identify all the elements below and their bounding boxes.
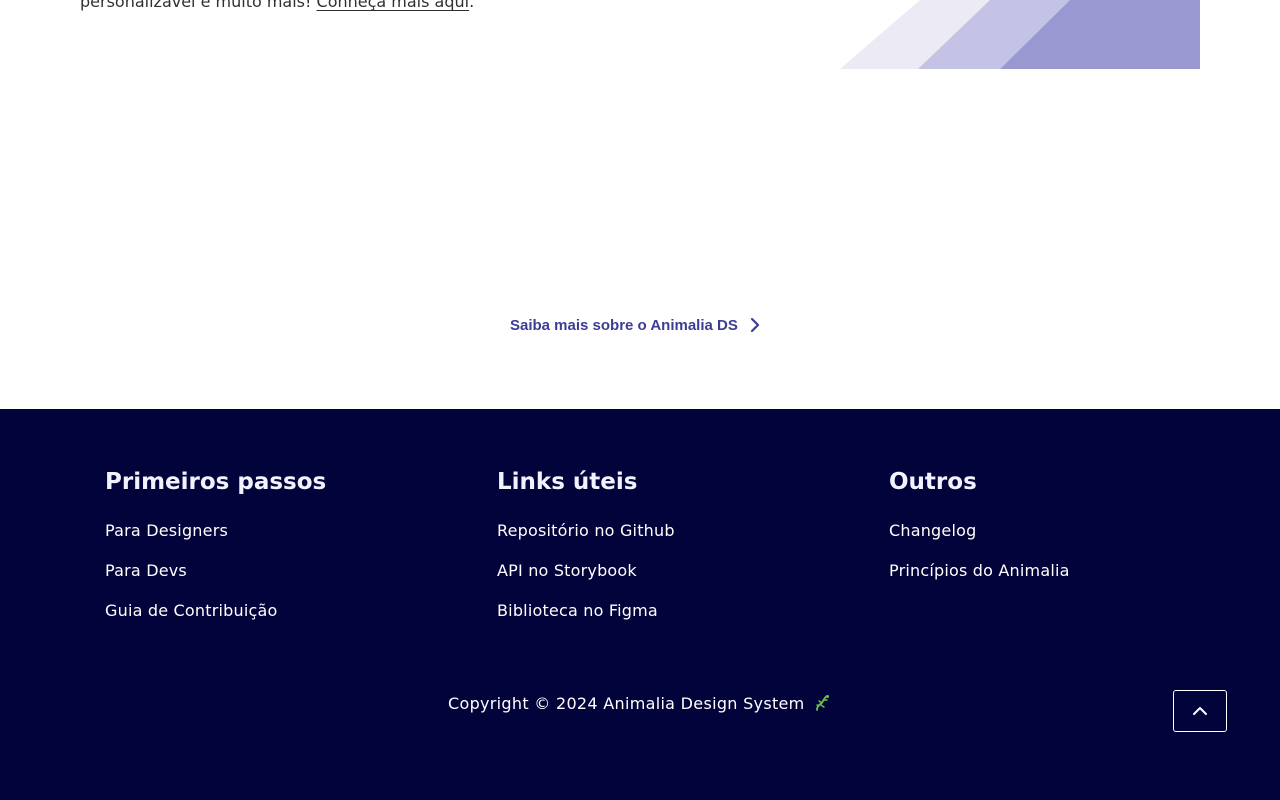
footer-link-changelog[interactable]: Changelog bbox=[889, 521, 976, 540]
footer-column-links-uteis: Links úteis Repositório no Github API no… bbox=[497, 466, 675, 638]
chevron-up-icon bbox=[1193, 707, 1207, 715]
footer-list-item: Repositório no Github bbox=[497, 511, 675, 551]
footer-list-item: Para Designers bbox=[105, 511, 326, 551]
chevron-right-icon bbox=[750, 317, 759, 333]
intro-trailing: . bbox=[469, 0, 475, 11]
lizard-icon bbox=[816, 695, 829, 711]
copyright: Copyright © 2024 Animalia Design System bbox=[0, 692, 1280, 716]
footer-link-github[interactable]: Repositório no Github bbox=[497, 521, 675, 540]
footer-link-storybook[interactable]: API no Storybook bbox=[497, 561, 637, 580]
learn-more-label: Saiba mais sobre o Animalia DS bbox=[510, 316, 738, 334]
footer-link-principios[interactable]: Princípios do Animalia bbox=[889, 561, 1070, 580]
footer-link-list: Changelog Princípios do Animalia bbox=[889, 511, 1070, 591]
footer-column-primeiros-passos: Primeiros passos Para Designers Para Dev… bbox=[105, 466, 326, 638]
footer-list-item: Princípios do Animalia bbox=[889, 551, 1070, 591]
site-footer: Primeiros passos Para Designers Para Dev… bbox=[0, 409, 1280, 800]
footer-link-guia-contribuicao[interactable]: Guia de Contribuição bbox=[105, 601, 278, 620]
learn-more-link[interactable]: Conheça mais aqui bbox=[317, 0, 470, 11]
footer-link-para-devs[interactable]: Para Devs bbox=[105, 561, 187, 580]
back-to-top-button[interactable] bbox=[1173, 690, 1227, 732]
intro-line: personalizável e muito mais! bbox=[80, 0, 312, 11]
footer-link-para-designers[interactable]: Para Designers bbox=[105, 521, 228, 540]
footer-column-title: Outros bbox=[889, 469, 977, 495]
decorative-stripes bbox=[840, 0, 1200, 69]
copyright-text: Copyright © 2024 Animalia Design System bbox=[448, 694, 805, 713]
footer-list-item: Guia de Contribuição bbox=[105, 591, 326, 631]
footer-list-item: Biblioteca no Figma bbox=[497, 591, 675, 631]
footer-column-outros: Outros Changelog Princípios do Animalia bbox=[889, 466, 1070, 598]
footer-link-list: Repositório no Github API no Storybook B… bbox=[497, 511, 675, 631]
footer-link-list: Para Designers Para Devs Guia de Contrib… bbox=[105, 511, 326, 631]
footer-link-figma[interactable]: Biblioteca no Figma bbox=[497, 601, 658, 620]
footer-list-item: Para Devs bbox=[105, 551, 326, 591]
learn-more-about-animalia-link[interactable]: Saiba mais sobre o Animalia DS bbox=[510, 313, 760, 337]
intro-paragraph: personalizável e muito mais! Conheça mai… bbox=[80, 0, 800, 16]
footer-list-item: Changelog bbox=[889, 511, 1070, 551]
footer-column-title: Primeiros passos bbox=[105, 469, 327, 495]
footer-column-title: Links úteis bbox=[497, 469, 638, 495]
intro-text: personalizável e muito mais! Conheça mai… bbox=[80, 0, 800, 16]
footer-list-item: API no Storybook bbox=[497, 551, 675, 591]
